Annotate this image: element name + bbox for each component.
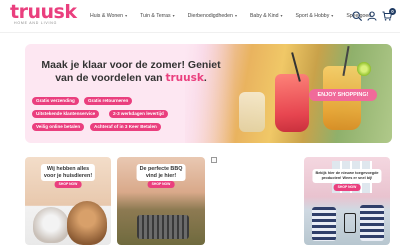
cart-icon[interactable]: 0 [382,8,396,21]
logo-text: truusk [10,1,77,23]
header-icons: 0 [347,8,396,23]
benefit-badge: Gratis verzending [32,97,79,105]
drink-glass-image [239,92,265,132]
nav-label: Sport & Hobby [295,13,330,19]
chevron-down-icon: ▾ [125,13,128,18]
promo-card-pets[interactable]: Wij hebben alles voor je huisdieren! SHO… [25,157,111,245]
chevron-down-icon: ▾ [172,13,175,18]
logo[interactable]: truusk HOME AND LIVING [10,2,77,30]
nav-item-tuin-terras[interactable]: Tuin & Terras ▾ [140,12,175,22]
chair-image [360,205,384,241]
promo-card-title-line1: Bekijk hier de nieuwe toegevoegde [315,171,379,175]
cat-image [33,207,69,243]
nav-label: Tuin & Terras [140,13,171,19]
nav-label: Huis & Wonen [90,13,124,19]
promo-card-title: De perfecte BBQ vind je hier! [136,164,186,181]
drink-glass-image [275,74,309,132]
benefit-badge: Uitstekende klantenservice [32,110,100,118]
chevron-down-icon: ▾ [234,13,237,18]
promo-card-title-line1: De perfecte BBQ [139,166,183,172]
hero-title-brand: truusk [165,72,204,84]
chevron-down-icon: ▾ [280,13,283,18]
enjoy-shopping-button[interactable]: ENJOY SHOPPING! [309,89,377,101]
bbq-grill-image [137,215,189,239]
hero-title-line1: Maak je klaar voor de zomer! Geniet [41,59,221,71]
shop-now-button[interactable]: SHOP NOW [147,181,175,188]
nav-item-sport-hobby[interactable]: Sport & Hobby ▾ [296,12,334,22]
search-icon[interactable] [352,11,362,21]
hero-title-line2: van de voordelen van [55,72,166,84]
promo-card-title-line1: Wij hebben alles [46,166,90,172]
benefit-badge: Gratis retourneren [84,97,133,105]
lantern-image [344,213,356,233]
benefit-badge: Achteraf of in 3 Keer Betalen [90,123,161,131]
lime-image [357,62,371,76]
nav-label: Baby & Kind [249,13,279,19]
nav-item-dierbenodigdheden[interactable]: Dierbenodigdheden ▾ [188,12,237,22]
promo-card-bbq[interactable]: De perfecte BBQ vind je hier! SHOP NOW [117,157,205,245]
hero-title: Maak je klaar voor de zomer! Geniet van … [36,59,226,85]
cart-count-badge: 0 [389,8,396,15]
shop-now-button[interactable]: SHOP NOW [54,181,82,188]
nav-item-baby-kind[interactable]: Baby & Kind ▾ [250,12,283,22]
logo-tagline: HOME AND LIVING [14,21,58,25]
promo-card-title: Bekijk hier de nieuwe toegevoegde produc… [312,169,382,183]
benefit-badge: 2-3 werkdagen levertijd [109,110,168,118]
benefit-badge: Veilig online betalen [32,123,85,131]
dog-image [67,201,107,245]
nav-label: Dierbenodigdheden [187,13,233,19]
chevron-down-icon: ▾ [331,13,334,18]
broken-image-icon [211,157,217,163]
hero-title-period: . [203,72,207,84]
promo-card-title-line2: voor je huisdieren! [43,172,93,179]
promo-card-title-line2: producten! Wees er snel bij! [321,176,373,180]
nav-item-huis-wonen[interactable]: Huis & Wonen ▾ [90,12,127,22]
header-divider [0,32,400,33]
shop-now-button[interactable]: SHOP NOW [333,184,361,191]
chair-image [312,207,336,241]
promo-card-title: Wij hebben alles voor je huisdieren! [40,164,96,181]
site-header: truusk HOME AND LIVING Huis & Wonen ▾ Tui… [0,0,400,32]
promo-card-new-products[interactable]: Bekijk hier de nieuwe toegevoegde produc… [304,157,390,245]
user-icon[interactable] [367,11,377,21]
main-nav: Huis & Wonen ▾ Tuin & Terras ▾ Dierbenodig… [90,12,384,22]
promo-card-title-line2: vind je hier! [145,172,177,179]
